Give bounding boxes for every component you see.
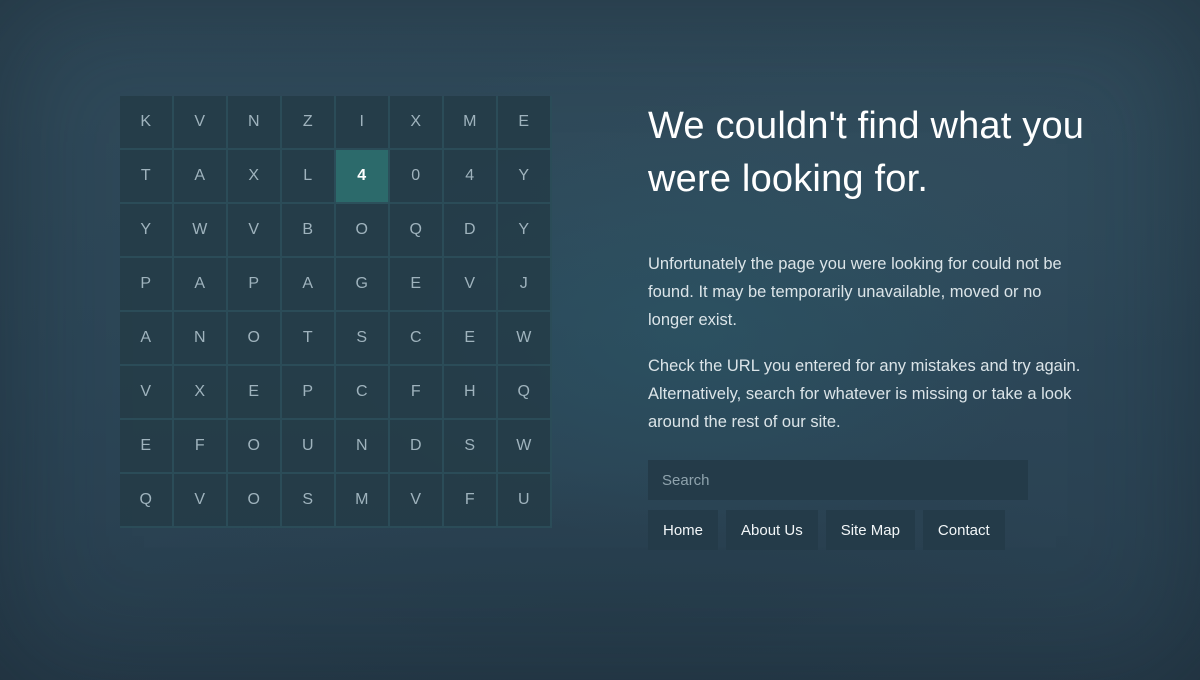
grid-cell: V [174, 474, 228, 528]
grid-cell: W [498, 420, 552, 474]
grid-cell: T [120, 150, 174, 204]
grid-cell: P [228, 258, 282, 312]
error-content: We couldn't find what you were looking f… [648, 100, 1088, 436]
grid-cell: U [498, 474, 552, 528]
grid-cell: E [228, 366, 282, 420]
grid-cell: E [120, 420, 174, 474]
grid-cell: A [174, 258, 228, 312]
grid-cell: Y [498, 204, 552, 258]
grid-cell: F [174, 420, 228, 474]
grid-cell: W [498, 312, 552, 366]
grid-cell: V [444, 258, 498, 312]
nav-links: Home About Us Site Map Contact [648, 510, 1005, 550]
grid-cell: N [174, 312, 228, 366]
grid-cell: Z [282, 96, 336, 150]
grid-cell: J [498, 258, 552, 312]
grid-cell: 0 [390, 150, 444, 204]
letter-grid: KVNZIXMETAXL404YYWVBOQDYPAPAGEVJANOTSCEW… [120, 96, 552, 528]
grid-cell: V [228, 204, 282, 258]
grid-cell: Q [498, 366, 552, 420]
grid-cell: F [390, 366, 444, 420]
grid-cell: Q [390, 204, 444, 258]
grid-cell: N [336, 420, 390, 474]
grid-cell: O [228, 312, 282, 366]
grid-cell: W [174, 204, 228, 258]
grid-cell: S [282, 474, 336, 528]
grid-cell: V [390, 474, 444, 528]
grid-cell: M [444, 96, 498, 150]
grid-cell: H [444, 366, 498, 420]
grid-cell: C [390, 312, 444, 366]
error-help-text: Check the URL you entered for any mistak… [648, 357, 1081, 431]
grid-cell: P [282, 366, 336, 420]
grid-cell: X [228, 150, 282, 204]
site-map-link[interactable]: Site Map [825, 510, 915, 550]
grid-cell: O [336, 204, 390, 258]
grid-cell: A [174, 150, 228, 204]
search-input[interactable] [648, 460, 1028, 500]
grid-cell: 4 [444, 150, 498, 204]
grid-cell: V [120, 366, 174, 420]
grid-cell: Y [498, 150, 552, 204]
grid-cell: O [228, 420, 282, 474]
grid-cell: M [336, 474, 390, 528]
grid-cell: S [336, 312, 390, 366]
home-link[interactable]: Home [648, 510, 719, 550]
page-title: We couldn't find what you were looking f… [648, 105, 1085, 200]
grid-cell: E [498, 96, 552, 150]
grid-cell: A [120, 312, 174, 366]
grid-cell: C [336, 366, 390, 420]
grid-cell: L [282, 150, 336, 204]
grid-cell: F [444, 474, 498, 528]
grid-cell-highlighted: 4 [336, 150, 390, 204]
grid-cell: A [282, 258, 336, 312]
grid-cell: I [336, 96, 390, 150]
about-us-link[interactable]: About Us [726, 510, 818, 550]
grid-cell: G [336, 258, 390, 312]
grid-cell: T [282, 312, 336, 366]
grid-cell: Q [120, 474, 174, 528]
grid-cell: E [390, 258, 444, 312]
grid-cell: D [390, 420, 444, 474]
grid-cell: U [282, 420, 336, 474]
grid-cell: B [282, 204, 336, 258]
grid-cell: P [120, 258, 174, 312]
grid-cell: S [444, 420, 498, 474]
grid-cell: D [444, 204, 498, 258]
contact-link[interactable]: Contact [922, 510, 1005, 550]
grid-cell: X [390, 96, 444, 150]
grid-cell: O [228, 474, 282, 528]
grid-cell: E [444, 312, 498, 366]
grid-cell: Y [120, 204, 174, 258]
grid-cell: V [174, 96, 228, 150]
grid-cell: K [120, 96, 174, 150]
grid-cell: X [174, 366, 228, 420]
error-description: Unfortunately the page you were looking … [648, 255, 1062, 329]
grid-cell: N [228, 96, 282, 150]
